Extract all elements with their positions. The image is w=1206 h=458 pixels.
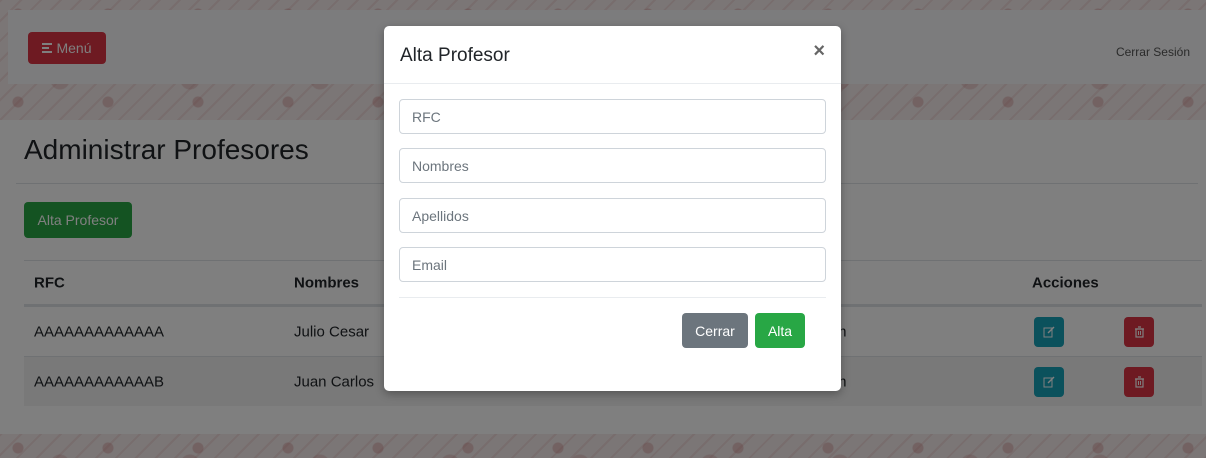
apellidos-input[interactable] bbox=[399, 198, 826, 233]
rfc-input[interactable] bbox=[399, 99, 826, 134]
add-professor-modal: Alta Profesor × Cerrar Alta bbox=[384, 26, 841, 391]
email-input[interactable] bbox=[399, 247, 826, 282]
nombres-input[interactable] bbox=[399, 148, 826, 183]
modal-title: Alta Profesor bbox=[400, 45, 510, 66]
modal-header: Alta Profesor × bbox=[384, 26, 841, 84]
cancel-button[interactable]: Cerrar bbox=[682, 313, 748, 348]
submit-button[interactable]: Alta bbox=[755, 313, 805, 348]
modal-divider bbox=[399, 297, 826, 298]
close-icon[interactable]: × bbox=[813, 40, 825, 63]
